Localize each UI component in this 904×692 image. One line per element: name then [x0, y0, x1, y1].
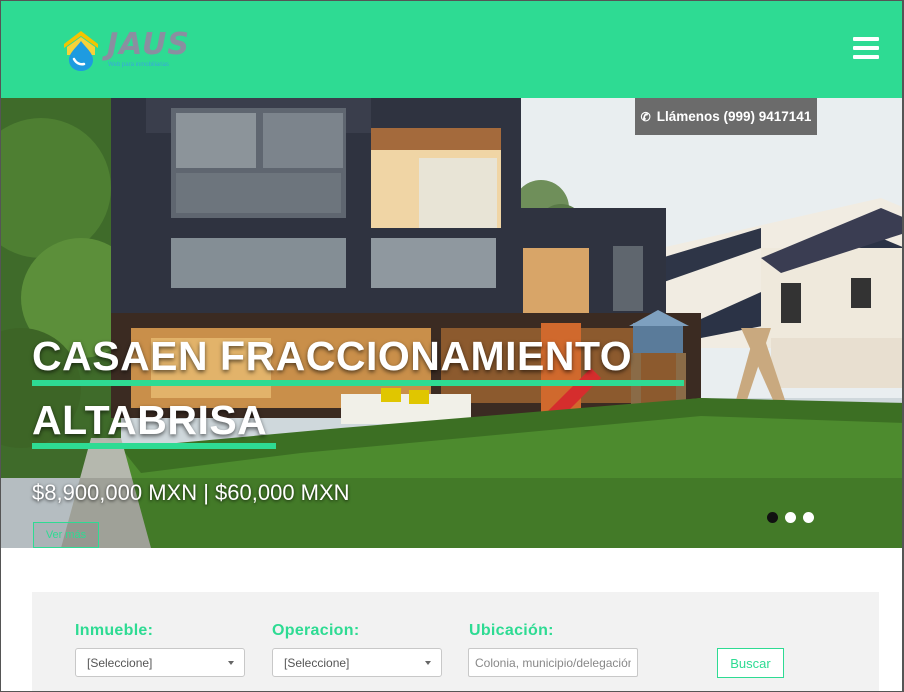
hero-slider: ✆ Llámenos (999) 9417141 CASAEN FRACCION…	[1, 98, 902, 548]
chevron-down-icon	[425, 661, 431, 665]
site-header: JAUS Web para inmobiliarias	[1, 1, 902, 98]
brand-wordmark: JAUS	[107, 27, 190, 62]
slider-dots	[767, 512, 814, 523]
hero-title-line2: ALTABRISA	[32, 397, 268, 443]
ubicacion-input[interactable]	[468, 648, 638, 677]
search-button[interactable]: Buscar	[717, 648, 784, 678]
operacion-select[interactable]: [Seleccione]	[272, 648, 442, 677]
inmueble-label: Inmueble:	[75, 622, 154, 639]
operacion-label: Operacion:	[272, 622, 360, 639]
property-search-panel: Inmueble: [Seleccione] Operacion: [Selec…	[32, 592, 879, 691]
operacion-select-value: [Seleccione]	[284, 655, 350, 670]
hero-title: CASAEN FRACCIONAMIENTO ALTABRISA	[32, 330, 632, 446]
slider-dot-1[interactable]	[767, 512, 778, 523]
slider-dot-2[interactable]	[785, 512, 796, 523]
ubicacion-label: Ubicación:	[469, 622, 554, 639]
phone-icon: ✆	[640, 109, 651, 124]
house-drop-icon	[64, 31, 98, 71]
inmueble-select-value: [Seleccione]	[87, 655, 153, 670]
hero-title-line1: CASAEN FRACCIONAMIENTO	[32, 333, 633, 379]
title-underline-1	[32, 380, 684, 386]
brand-tagline: Web para inmobiliarias	[108, 62, 169, 68]
title-underline-2	[32, 443, 276, 449]
brand-logo[interactable]: JAUS Web para inmobiliarias	[61, 27, 201, 75]
slider-dot-3[interactable]	[803, 512, 814, 523]
chevron-down-icon	[228, 661, 234, 665]
hero-price: $8,900,000 MXN | $60,000 MXN	[32, 480, 350, 505]
see-more-button[interactable]: Ver más	[33, 522, 99, 548]
call-us-label: Llámenos (999) 9417141	[656, 109, 812, 124]
page-frame: JAUS Web para inmobiliarias ✆ Llámenos (…	[0, 0, 904, 692]
inmueble-select[interactable]: [Seleccione]	[75, 648, 245, 677]
call-us-button[interactable]: ✆ Llámenos (999) 9417141	[635, 98, 817, 135]
hamburger-menu-icon[interactable]	[853, 37, 879, 63]
